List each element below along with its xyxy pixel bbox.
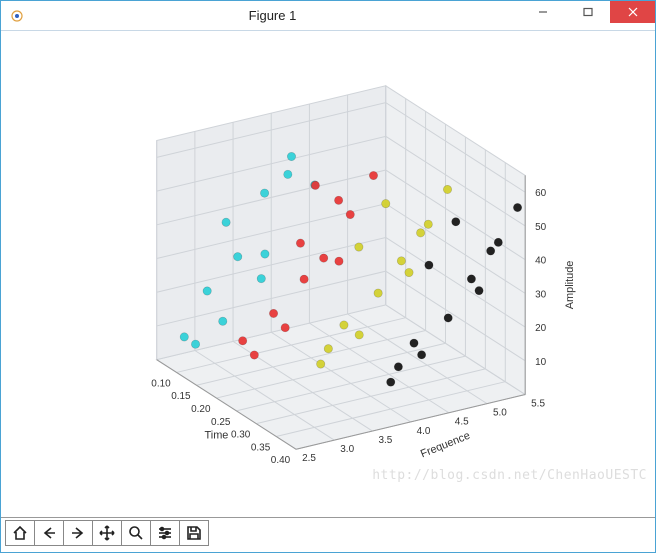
forward-button[interactable]	[63, 520, 93, 546]
figure-window: Figure 1 0.100.150.200.250.300.350.40 2.5…	[0, 0, 656, 553]
svg-text:30: 30	[535, 289, 547, 300]
svg-text:2.5: 2.5	[302, 453, 316, 464]
svg-text:0.10: 0.10	[151, 378, 171, 389]
svg-text:4.5: 4.5	[455, 417, 469, 428]
svg-text:0.15: 0.15	[171, 391, 191, 402]
zoom-button[interactable]	[121, 520, 151, 546]
figure-canvas[interactable]: 0.100.150.200.250.300.350.40 2.5 3.0 3.5 4.0…	[1, 31, 655, 517]
svg-text:Time: Time	[205, 429, 229, 441]
minimize-button[interactable]	[520, 1, 565, 23]
watermark: http://blog.csdn.net/ChenHaoUESTC	[372, 468, 647, 483]
window-title: Figure 1	[25, 8, 520, 23]
svg-text:5.5: 5.5	[531, 398, 545, 409]
3d-scatter-plot: 0.100.150.200.250.300.350.40 2.5 3.0 3.5 4.0…	[1, 31, 655, 517]
svg-text:Amplitude: Amplitude	[564, 261, 576, 310]
svg-text:50: 50	[535, 222, 547, 233]
svg-text:60: 60	[535, 188, 547, 199]
titlebar: Figure 1	[1, 1, 655, 31]
back-button[interactable]	[34, 520, 64, 546]
svg-text:20: 20	[535, 323, 547, 334]
mpl-toolbar	[1, 517, 655, 552]
maximize-button[interactable]	[565, 1, 610, 23]
svg-text:0.20: 0.20	[191, 404, 211, 415]
window-controls	[520, 1, 655, 30]
close-button[interactable]	[610, 1, 655, 23]
save-button[interactable]	[179, 520, 209, 546]
svg-text:4.0: 4.0	[417, 426, 431, 437]
svg-text:40: 40	[535, 256, 547, 267]
svg-text:0.35: 0.35	[251, 442, 271, 453]
svg-text:0.30: 0.30	[231, 430, 251, 441]
svg-text:0.40: 0.40	[271, 455, 291, 466]
svg-text:10: 10	[535, 357, 547, 368]
app-icon	[9, 8, 25, 24]
svg-text:5.0: 5.0	[493, 408, 507, 419]
svg-text:0.25: 0.25	[211, 417, 231, 428]
svg-text:3.5: 3.5	[378, 435, 392, 446]
home-button[interactable]	[5, 520, 35, 546]
pan-button[interactable]	[92, 520, 122, 546]
svg-text:3.0: 3.0	[340, 444, 354, 455]
subplots-button[interactable]	[150, 520, 180, 546]
